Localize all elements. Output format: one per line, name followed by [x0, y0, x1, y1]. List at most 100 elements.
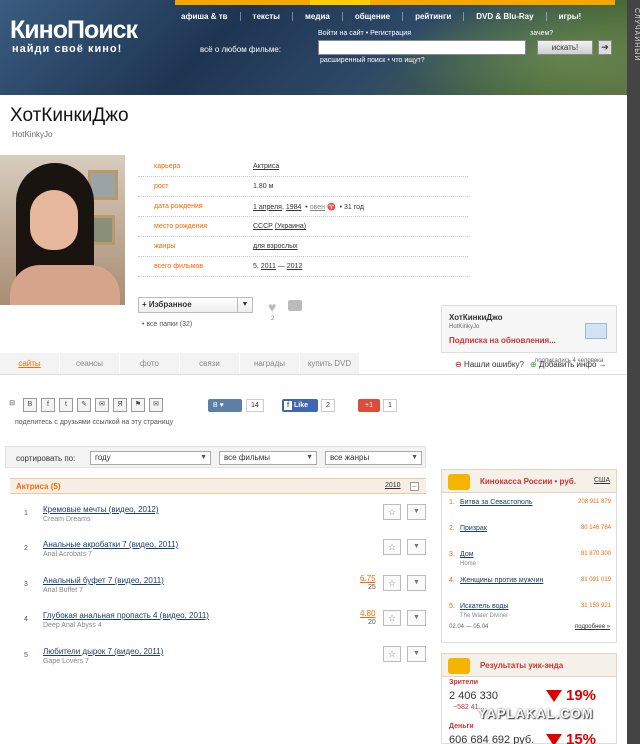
birthplace-region-link[interactable]: (Украина) [275, 223, 306, 230]
why-link[interactable]: зачем? [530, 30, 553, 37]
favorites-dropdown[interactable]: + Избранное ▼ [138, 297, 253, 313]
info-label: всего фильмов [154, 263, 204, 270]
film-row: 2 Анальные акробатки 7 (видео, 2011) Ana… [10, 538, 426, 573]
collapse-icon[interactable]: – [410, 482, 419, 491]
facebook-share-icon[interactable]: f [41, 398, 55, 412]
bookmark-share-icon[interactable]: ⚑ [131, 398, 145, 412]
boxoffice-country-link[interactable]: США [594, 477, 610, 484]
vk-share-icon[interactable]: B [23, 398, 37, 412]
film-row: 3 Анальный буфет 7 (видео, 2011) Anal Bu… [10, 574, 426, 609]
star-icon[interactable]: ☆ [383, 504, 401, 520]
nav-item-ratings[interactable]: рейтинги [402, 11, 463, 21]
nav-item-media[interactable]: медиа [292, 11, 342, 21]
film-title-link[interactable]: Анальный буфет 7 (видео, 2011) [43, 576, 164, 585]
film-menu-button[interactable]: ▼ [407, 646, 426, 662]
birthplace-country-link[interactable]: СССР [253, 223, 273, 230]
boxoffice-film-link[interactable]: Битва за Севастополь [460, 499, 533, 506]
all-folders-link[interactable]: • все папки (32) [142, 321, 192, 328]
site-logo[interactable]: КиноПоиск [10, 18, 138, 43]
nav-item-dvd[interactable]: DVD & Blu-Ray [463, 11, 545, 21]
tab-relations[interactable]: связи [180, 353, 240, 374]
films-to-link[interactable]: 2012 [287, 263, 303, 270]
film-menu-button[interactable]: ▼ [407, 539, 426, 555]
film-number: 3 [24, 581, 28, 588]
sort-select-films[interactable]: все фильмы ▼ [219, 451, 317, 465]
height-value: 1.80 м [253, 183, 274, 190]
tab-photos[interactable]: фото [120, 353, 180, 374]
film-title-link[interactable]: Анальные акробатки 7 (видео, 2011) [43, 540, 178, 549]
star-icon[interactable]: ☆ [383, 539, 401, 555]
collapse-icon[interactable]: ⊟ [5, 398, 19, 412]
section-year-link[interactable]: 2010 [385, 482, 401, 489]
gplus-button[interactable]: +1 [358, 399, 380, 412]
film-menu-button[interactable]: ▼ [407, 575, 426, 591]
boxoffice-value: 80 146 784 [580, 525, 611, 531]
boxoffice-value: 31 153 921 [580, 603, 611, 609]
mail-icon[interactable] [585, 323, 607, 339]
sort-select-genres[interactable]: все жанры ▼ [325, 451, 422, 465]
search-input[interactable] [318, 40, 526, 55]
tab-buy-dvd[interactable]: купить DVD [300, 353, 360, 374]
boxoffice-rank: 2. [449, 525, 455, 532]
subscribe-link[interactable]: Подписка на обновления... [449, 336, 556, 345]
report-error-link[interactable]: ⊖ Нашли ошибку? [455, 360, 524, 369]
film-rating[interactable]: 6.75 [360, 574, 376, 583]
login-links[interactable]: Войти на сайт • Регистрация [318, 30, 411, 37]
viewers-percent: 19% [546, 687, 596, 704]
chevron-down-icon[interactable]: ▼ [237, 298, 252, 312]
boxoffice-film-link[interactable]: Искатель воды [460, 603, 508, 610]
tab-showtimes[interactable]: сеансы [60, 353, 120, 374]
zodiac-icon: ♈ [326, 203, 336, 211]
search-arrow-button[interactable]: ➔ [598, 40, 612, 55]
film-title-link[interactable]: Глубокая анальная пропасть 4 (видео, 201… [43, 611, 209, 620]
sort-select-year[interactable]: году ▼ [90, 451, 211, 465]
tab-awards[interactable]: награды [240, 353, 300, 374]
yandex-share-icon[interactable]: Я [113, 398, 127, 412]
film-rating[interactable]: 4.80 [360, 609, 376, 618]
films-from-link[interactable]: 2011 [261, 263, 276, 270]
boxoffice-film-link[interactable]: Дом [460, 551, 474, 558]
film-title-link[interactable]: Любители дырок 7 (видео, 2011) [43, 647, 163, 656]
site-slogan: найди своё кино! [12, 43, 123, 55]
birth-date-link[interactable]: 1 апреля [253, 204, 282, 211]
advanced-search-links[interactable]: расширенный поиск • что ищут? [320, 57, 425, 64]
random-sidebar[interactable]: СЛУЧАЙНЫЙ [627, 0, 640, 744]
film-menu-button[interactable]: ▼ [407, 610, 426, 626]
career-link[interactable]: Актриса [253, 163, 279, 170]
vk-like-count: 14 [246, 399, 264, 412]
film-title-link[interactable]: Кремовые мечты (видео, 2012) [43, 505, 159, 514]
nav-item-texts[interactable]: тексты [239, 11, 292, 21]
star-icon[interactable]: ☆ [383, 575, 401, 591]
comment-bubble-icon[interactable] [288, 300, 302, 311]
search-button[interactable]: искать! [537, 40, 593, 55]
genres-link[interactable]: для взрослых [253, 243, 298, 250]
email-share-icon[interactable]: ✉ [149, 398, 163, 412]
search-label: всё о любом фильме: [200, 45, 281, 54]
nav-item-afisha[interactable]: афиша & тв [175, 12, 240, 21]
section-header-actress: Актриса (5) 2010 – [10, 478, 426, 494]
twitter-share-icon[interactable]: t [59, 398, 73, 412]
birth-year-link[interactable]: 1984 [286, 204, 302, 211]
star-icon[interactable]: ☆ [383, 610, 401, 626]
film-menu-button[interactable]: ▼ [407, 504, 426, 520]
info-label: карьера [154, 163, 181, 170]
sort-select-genres-value: все жанры [330, 453, 370, 462]
tab-sites[interactable]: сайты [0, 353, 60, 374]
person-photo[interactable] [0, 155, 125, 305]
sort-select-year-value: году [95, 453, 111, 462]
share-text: поделитесь с друзьями ссылкой на эту стр… [15, 419, 174, 426]
boxoffice-dates: 02.04 — 05.04 [449, 624, 489, 630]
zodiac-link[interactable]: овен [310, 204, 325, 211]
star-icon[interactable]: ☆ [383, 646, 401, 662]
nav-item-community[interactable]: общение [341, 11, 402, 21]
mailru-share-icon[interactable]: ✉ [95, 398, 109, 412]
boxoffice-more-link[interactable]: подробнее » [575, 624, 610, 630]
boxoffice-film-link[interactable]: Призрак [460, 525, 487, 532]
info-row-height: рост 1.80 м [138, 177, 468, 197]
heart-icon[interactable]: ♥ [268, 299, 276, 315]
boxoffice-film-link[interactable]: Женщины против мужчин [460, 577, 543, 584]
nav-item-games[interactable]: игры! [545, 11, 594, 21]
livejournal-share-icon[interactable]: ✎ [77, 398, 91, 412]
vk-like-button[interactable]: B ♥ [208, 399, 242, 412]
films-count: 5, [253, 263, 259, 270]
